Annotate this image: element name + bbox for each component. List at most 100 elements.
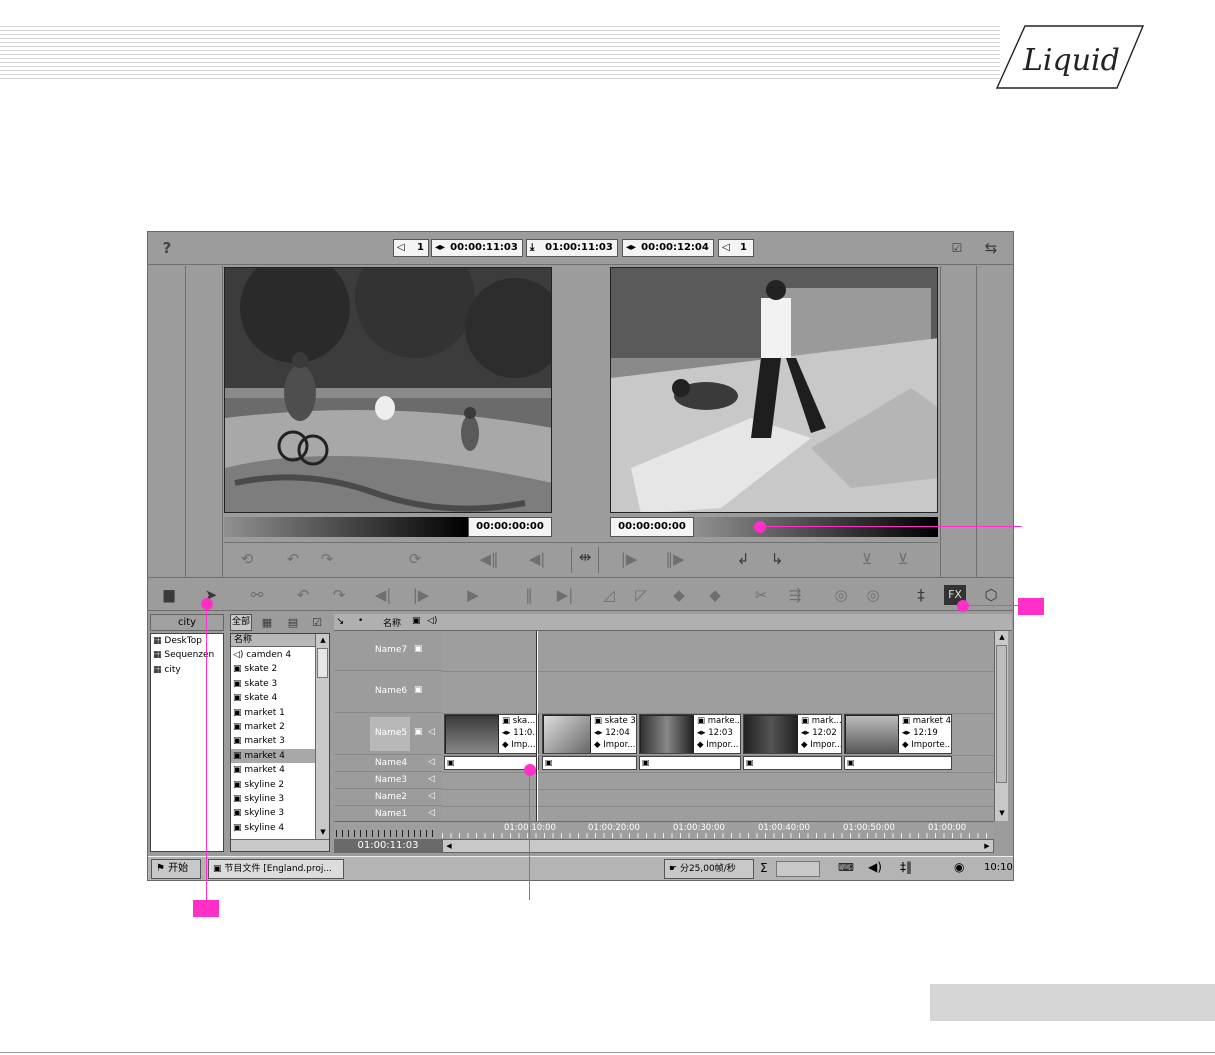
speaker-icon[interactable]: ◁ [428,757,435,767]
list-item[interactable]: ▣ skyline 3 [231,806,315,820]
keyboard-icon[interactable]: ⌨ [838,861,854,874]
next-edit-icon[interactable]: |▶ [410,585,432,605]
step-forward-icon[interactable]: ‖▶ [664,549,686,569]
speaker-icon[interactable]: ◁ [428,808,435,818]
track-header-5[interactable]: Name5 ▣ ◁ [334,713,442,755]
frame-back-icon[interactable]: ◀| [526,549,548,569]
start-button[interactable]: ⚑ 开始 [151,859,201,879]
current-timecode[interactable]: 01:00:11:03 [334,839,442,853]
switch-layout-icon[interactable]: ⇆ [980,238,1002,258]
scroll-up-arrow[interactable]: ▲ [995,631,1009,643]
slide-icon[interactable]: ◆ [704,585,726,605]
taskbar-task[interactable]: ▣ 节目文件 [England.proj... [208,859,344,879]
overwrite-mode-icon[interactable]: ◎ [830,585,852,605]
lift-icon[interactable]: ⊻ [892,549,914,569]
scroll-thumb[interactable] [317,648,328,678]
list-view-icon[interactable]: ▤ [282,614,304,631]
tab-all[interactable]: 全部 [230,614,252,631]
scroll-thumb[interactable] [996,645,1007,783]
video-track-icon[interactable]: ▣ [414,727,423,737]
redo-icon[interactable]: ↷ [316,549,338,569]
track-header-3[interactable]: Name3 ◁ [334,772,442,789]
track-header-4[interactable]: Name4 ◁ [334,755,442,772]
grid-view-icon[interactable]: ▦ [256,614,278,631]
checklist-icon[interactable]: ☑ [306,614,328,631]
master-viewer-image[interactable] [610,267,938,513]
source-scrub-bar[interactable] [224,517,468,537]
timeline-clip[interactable]: ▣ mark... ◂▸ 12:02 ◆ Impor... [743,714,842,754]
scroll-down-arrow[interactable]: ▼ [316,826,330,838]
tree-item-desktop[interactable]: ▦ DeskTop [151,634,223,648]
master-duration-timecode[interactable]: ◂▸ 00:00:12:04 [622,239,714,257]
tree-item-sequenzen[interactable]: ▦ Sequenzen [151,648,223,662]
loop-icon[interactable]: ⟳ [404,549,426,569]
source-viewer-image[interactable] [224,267,552,513]
list-item[interactable]: ▣ skyline 4 [231,821,315,835]
speaker-icon[interactable]: ◁ [428,791,435,801]
undo-icon[interactable]: ↶ [292,585,314,605]
track-header-6[interactable]: Name6 ▣ [334,671,442,713]
3d-box-icon[interactable]: ⬡ [980,585,1002,605]
list-item-selected[interactable]: ▣ market 4 [231,748,315,764]
track-header-2[interactable]: Name2 ◁ [334,789,442,806]
folder-icon[interactable]: ▆ [158,585,180,605]
list-item[interactable]: ▣ market 3 [231,734,315,748]
timeline-horizontal-scrollbar[interactable]: ◀ ▶ [442,839,994,853]
speaker-icon[interactable]: ◁ [428,727,435,737]
razor-icon[interactable]: ✂ [750,585,772,605]
volume-icon[interactable]: ◀) [868,860,882,874]
undo-icon[interactable]: ↶ [282,549,304,569]
timeline-clip[interactable]: ▣ marke... ◂▸ 12:03 ◆ Impor... [639,714,741,754]
extract-icon[interactable]: ⊻ [856,549,878,569]
timeline-ruler[interactable]: 01:00:10:00 01:00:20:00 01:00:30:00 01:0… [442,821,994,838]
audio-mixer-icon[interactable]: ‡ [910,585,932,605]
audio-clip[interactable]: ▣ [639,756,741,770]
scroll-right-arrow[interactable]: ▶ [981,840,993,852]
step-back-icon[interactable]: ◀‖ [478,549,500,569]
audio-clip[interactable]: ▣ [743,756,842,770]
eye-icon[interactable]: ◉ [954,860,964,874]
list-item[interactable]: ▣ market 1 [231,706,315,720]
playhead[interactable] [536,631,538,821]
patch-icon[interactable]: ↘ [336,616,344,627]
trim-left-icon[interactable]: ◿ [598,585,620,605]
list-item[interactable]: ▣ market 2 [231,720,315,734]
list-item[interactable]: ▣ skate 3 [231,677,315,691]
audio-clip[interactable]: ▣ [542,756,637,770]
mark-out-icon[interactable]: ↳ [766,549,788,569]
sum-icon[interactable]: Σ [760,861,768,875]
project-tree[interactable]: ▦ DeskTop ▦ Sequenzen ▦ city [150,633,224,852]
zoom-slider[interactable] [334,821,442,838]
audio-counter-right[interactable]: ◁ 1 [718,239,754,257]
play-icon[interactable]: ▶ [462,585,484,605]
split-icon[interactable]: ‖ [518,585,540,605]
list-item[interactable]: ▣ skyline 2 [231,778,315,792]
video-track-icon[interactable]: ▣ [414,644,423,654]
audio-counter-left[interactable]: ◁ 1 [393,239,429,257]
list-item[interactable]: ◁) camden 4 [231,648,315,662]
redo-icon[interactable]: ↷ [328,585,350,605]
timeline-vertical-scrollbar[interactable]: ▲ ▼ [994,631,1008,821]
link-icon[interactable]: ⚯ [246,585,268,605]
source-timecode[interactable]: 00:00:00:00 [468,517,552,537]
position-timecode[interactable]: ⤓ 01:00:11:03 [526,239,618,257]
timeline-clip[interactable]: ▣ ska... ◂▸ 11:0... ◆ Imp... [444,714,539,754]
fps-indicator[interactable]: ☛ 分25,00帧/秒 [664,859,754,879]
duration-timecode[interactable]: ◂▸ 00:00:11:03 [431,239,523,257]
slip-icon[interactable]: ◆ [668,585,690,605]
list-item[interactable]: ▣ skate 2 [231,662,315,676]
scroll-down-arrow[interactable]: ▼ [995,807,1009,819]
insert-mode-icon[interactable]: ◎ [862,585,884,605]
mixer-icon[interactable]: ‡‖ [900,860,912,874]
scroll-up-arrow[interactable]: ▲ [316,634,330,646]
sync-lock-icon[interactable]: • [358,616,363,626]
go-to-end-icon[interactable]: ▶| [554,585,576,605]
checklist-icon[interactable]: ☑ [946,238,968,258]
master-timecode[interactable]: 00:00:00:00 [610,517,694,537]
scroll-left-arrow[interactable]: ◀ [443,840,455,852]
track-header-7[interactable]: Name7 ▣ [334,631,442,671]
speaker-icon[interactable]: ◁ [428,774,435,784]
tree-item-city[interactable]: ▦ city [151,663,223,677]
list-item[interactable]: ▣ skyline 3 [231,792,315,806]
list-item[interactable]: ▣ market 4 [231,763,315,777]
